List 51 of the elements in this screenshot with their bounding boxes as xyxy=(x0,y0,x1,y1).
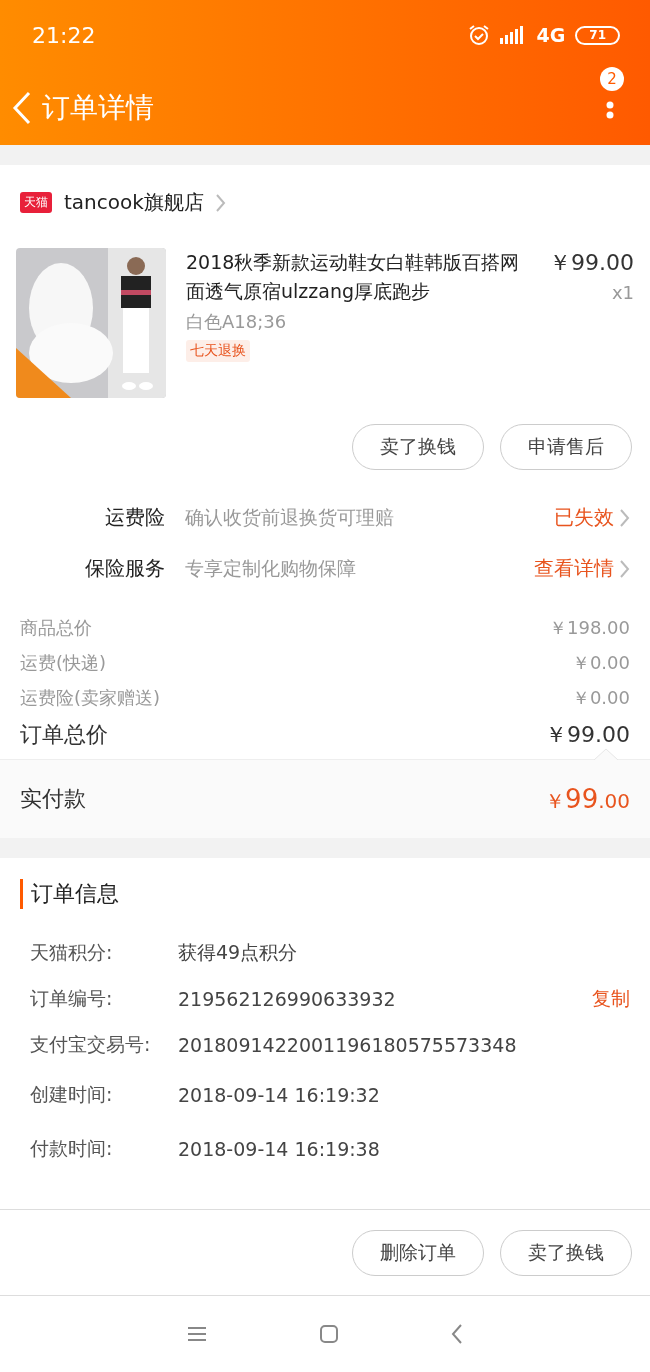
info-label: 天猫积分: xyxy=(30,940,114,965)
info-value: 2018091422001196180575573348 xyxy=(178,1034,518,1056)
service-label: 保险服务 xyxy=(84,555,165,582)
service-status-link[interactable]: 已失效 xyxy=(554,504,614,531)
action-button[interactable]: 删除订单 xyxy=(352,1229,484,1276)
home-icon[interactable] xyxy=(319,1324,339,1344)
price-label: 运费(快递) xyxy=(20,650,107,675)
price-value: ￥198.00 xyxy=(549,615,630,640)
product-variant: 白色A18;36 xyxy=(186,310,287,334)
status-time: 21:22 xyxy=(32,22,96,48)
paid-amount: ￥99.00 xyxy=(545,783,630,815)
price-value: ￥0.00 xyxy=(571,685,630,710)
chevron-icon xyxy=(215,193,226,212)
chevron-icon xyxy=(620,508,630,527)
action-button[interactable]: 卖了换钱 xyxy=(500,1229,632,1276)
service-label: 运费险 xyxy=(104,504,165,531)
section-title: 订单信息 xyxy=(20,879,119,909)
service-status-link[interactable]: 查看详情 xyxy=(534,555,614,582)
notification-badge: 2 xyxy=(600,66,624,91)
battery-indicator: 71 xyxy=(575,25,620,45)
paid-label: 实付款 xyxy=(20,785,86,813)
info-value: 2018-09-14 16:19:32 xyxy=(178,1084,381,1106)
info-value: 219562126990633932 xyxy=(178,988,397,1010)
action-button[interactable]: 卖了换钱 xyxy=(352,424,484,470)
page-title: 订单详情 xyxy=(42,89,154,126)
price-label: 商品总价 xyxy=(20,615,92,640)
info-label: 创建时间: xyxy=(30,1082,114,1107)
price-label: 运费险(卖家赠送) xyxy=(20,685,161,710)
copy-link[interactable]: 复制 xyxy=(592,986,630,1012)
back-icon[interactable] xyxy=(451,1324,463,1344)
menu-icon[interactable] xyxy=(187,1326,207,1342)
action-button[interactable]: 申请售后 xyxy=(500,424,632,470)
service-description: 确认收货前退换货可理赔 xyxy=(185,504,395,530)
network-label: 4G xyxy=(536,24,566,46)
price-value: ￥99.00 xyxy=(545,721,630,749)
product-title[interactable]: 2018秋季新款运动鞋女白鞋韩版百搭网面透气原宿ulzzang厚底跑步 xyxy=(186,248,529,306)
return-policy-tag: 七天退换 xyxy=(186,340,250,362)
product-price: ￥99.00 xyxy=(549,249,634,277)
info-label: 支付宝交易号: xyxy=(30,1032,152,1057)
info-value: 2018-09-14 16:19:38 xyxy=(178,1138,381,1160)
store-name[interactable]: tancook旗舰店 xyxy=(64,189,204,216)
service-description: 专享定制化购物保障 xyxy=(185,555,357,581)
info-label: 订单编号: xyxy=(30,986,114,1011)
info-value: 获得49点积分 xyxy=(178,940,299,965)
alarm-icon xyxy=(468,24,491,46)
product-quantity: x1 xyxy=(611,282,634,303)
info-label: 付款时间: xyxy=(30,1136,114,1161)
price-value: ￥0.00 xyxy=(571,650,630,675)
price-label: 订单总价 xyxy=(20,721,108,749)
store-badge: 天猫 xyxy=(20,192,52,213)
chevron-icon xyxy=(620,559,630,578)
